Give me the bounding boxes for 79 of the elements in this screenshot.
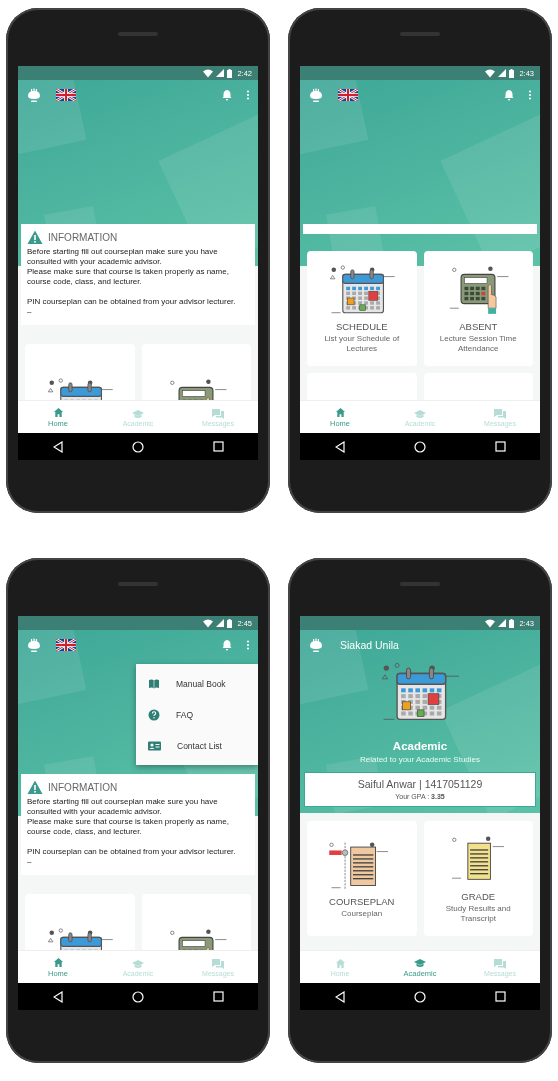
- signal-icon: [216, 619, 225, 627]
- signal-icon: [498, 619, 507, 627]
- signal-icon: [216, 69, 225, 77]
- app-title: Siakad Unila: [340, 639, 399, 651]
- menu-card[interactable]: SCHEDULE List your Schedule of Lectures: [307, 251, 417, 366]
- menu-item[interactable]: Manual Book: [136, 668, 258, 699]
- chat-icon: [494, 957, 506, 969]
- chat-icon: [212, 407, 224, 419]
- warning-icon: [27, 780, 43, 794]
- crest-logo-icon: [308, 637, 324, 653]
- menu-card[interactable]: COURSEPLAN Courseplan: [307, 821, 417, 936]
- information-title: INFORMATION: [48, 231, 118, 243]
- signal-icon: [498, 69, 507, 77]
- information-text: Before starting fill out courseplan make sure you have consulted with your academic advisor. Please make sure that course is taken properly as name, course code, class, and lecturer.: [27, 247, 230, 287]
- card-subtitle: Courseplan: [341, 909, 383, 919]
- more-icon[interactable]: [528, 90, 532, 100]
- uk-flag-icon[interactable]: [56, 639, 76, 651]
- battery-icon: [227, 618, 233, 628]
- wifi-icon: [203, 618, 214, 628]
- contact-card-icon: [148, 739, 161, 752]
- section-title: Academic: [392, 740, 448, 752]
- graduation-cap-icon: [132, 407, 144, 419]
- information-title: INFORMATION: [48, 781, 118, 793]
- home-icon: [334, 406, 346, 418]
- wifi-icon: [203, 68, 214, 78]
- battery-icon: [509, 618, 515, 628]
- home-icon: [52, 956, 64, 968]
- information-text: Before starting fill out courseplan make sure you have consulted with your academic advisor. Please make sure that course is taken properly as name, course code, class, and lecturer.: [27, 797, 230, 837]
- graduation-cap-icon: [132, 957, 144, 969]
- card-subtitle: Study Results and Transcript: [444, 904, 512, 924]
- card-subtitle: Lecture Session Time Attendance: [438, 334, 518, 354]
- menu-item[interactable]: Contact List: [136, 730, 258, 761]
- chat-icon: [494, 407, 506, 419]
- home-circle-icon[interactable]: [413, 440, 426, 453]
- home-circle-icon[interactable]: [413, 990, 426, 1003]
- student-name: Saiful Anwar | 1417051129: [357, 778, 483, 790]
- home-icon: [334, 957, 346, 969]
- card-subtitle: List your Schedule of Lectures: [323, 334, 401, 354]
- chat-icon: [212, 957, 224, 969]
- book-icon: [148, 677, 160, 690]
- crest-logo-icon: [308, 87, 324, 103]
- card-title: COURSEPLAN: [329, 896, 395, 907]
- recents-icon[interactable]: [212, 991, 224, 1002]
- card-title: ABSENT: [459, 321, 498, 332]
- recents-icon[interactable]: [494, 991, 506, 1002]
- wifi-icon: [485, 68, 496, 78]
- help-icon: [148, 708, 160, 721]
- information-text: PIN courseplan can be obtained from your advisor lecturer. –: [27, 297, 237, 317]
- home-circle-icon[interactable]: [131, 990, 144, 1003]
- uk-flag-icon[interactable]: [56, 89, 76, 101]
- back-icon[interactable]: [334, 440, 345, 453]
- graduation-cap-icon: [414, 407, 426, 419]
- graduation-cap-icon: [414, 956, 426, 968]
- bell-icon[interactable]: [222, 639, 232, 651]
- back-icon[interactable]: [52, 440, 63, 453]
- uk-flag-icon[interactable]: [338, 89, 358, 101]
- back-icon[interactable]: [52, 990, 63, 1003]
- wifi-icon: [485, 618, 496, 628]
- more-icon[interactable]: [246, 90, 250, 100]
- battery-icon: [509, 68, 515, 78]
- recents-icon[interactable]: [212, 441, 224, 452]
- home-circle-icon[interactable]: [131, 440, 144, 453]
- back-icon[interactable]: [334, 990, 345, 1003]
- home-icon: [52, 406, 64, 418]
- menu-card[interactable]: ABSENT Lecture Session Time Attendance: [423, 251, 533, 366]
- menu-item[interactable]: FAQ: [136, 699, 258, 730]
- crest-logo-icon: [26, 637, 42, 653]
- bell-icon[interactable]: [504, 89, 514, 101]
- card-title: GRADE: [461, 891, 496, 902]
- bell-icon[interactable]: [222, 89, 232, 101]
- recents-icon[interactable]: [494, 441, 506, 452]
- menu-card[interactable]: GRADE Study Results and Transcript: [423, 821, 533, 936]
- warning-icon: [27, 230, 43, 244]
- more-icon[interactable]: [246, 640, 250, 650]
- card-title: SCHEDULE: [335, 321, 388, 332]
- information-text: PIN courseplan can be obtained from your advisor lecturer. –: [27, 847, 237, 867]
- crest-logo-icon: [26, 87, 42, 103]
- section-subtitle: Related to your Academic Studies: [359, 755, 481, 764]
- battery-icon: [227, 68, 233, 78]
